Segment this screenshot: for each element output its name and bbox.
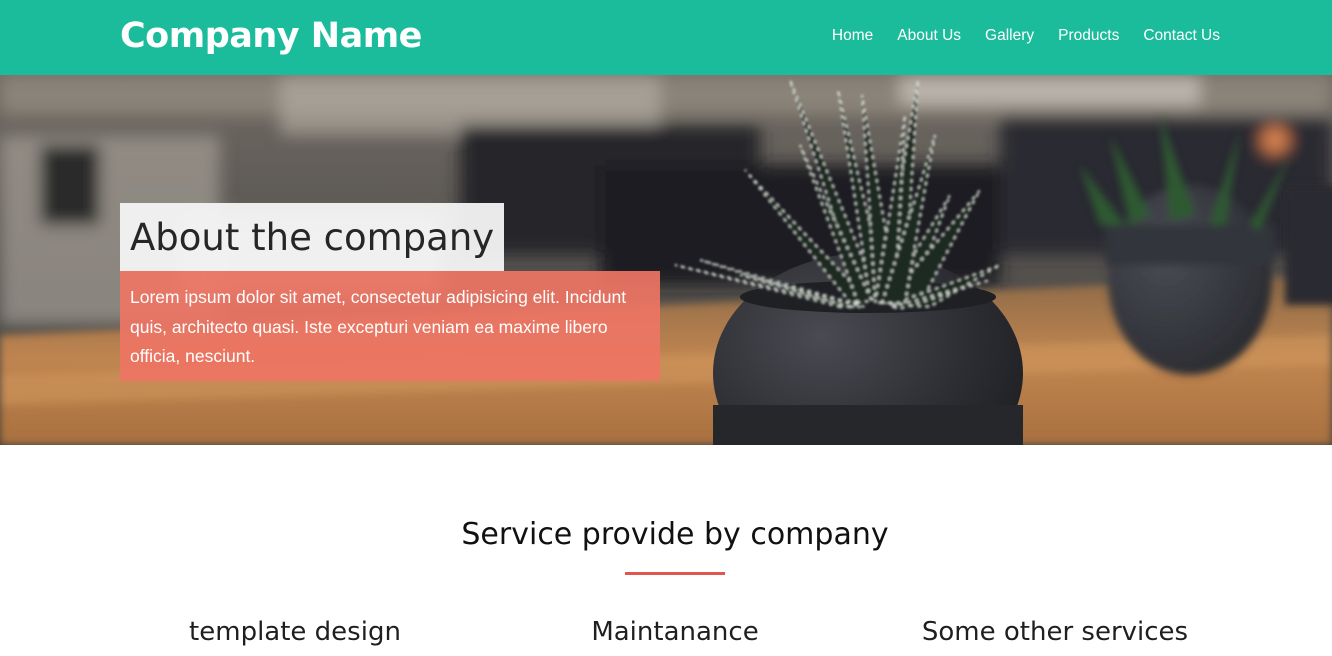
site-header: Company Name Home About Us Gallery Produ…	[0, 0, 1332, 75]
nav-about-link[interactable]: About Us	[897, 27, 961, 45]
hero-title-box: About the company	[120, 203, 505, 271]
service-heading-template-design: template design	[189, 617, 401, 647]
nav-products-link[interactable]: Products	[1058, 27, 1119, 45]
nav-home-link[interactable]: Home	[832, 27, 873, 45]
brand-logo[interactable]: Company Name	[120, 17, 422, 56]
hero-description: Lorem ipsum dolor sit amet, consectetur …	[130, 287, 627, 366]
services-divider	[625, 572, 725, 575]
hero-section: About the company Lorem ipsum dolor sit …	[0, 75, 1332, 445]
hero-description-box: Lorem ipsum dolor sit amet, consectetur …	[120, 271, 660, 381]
main-nav: Home About Us Gallery Products Contact U…	[832, 27, 1220, 45]
service-heading-other: Some other services	[921, 617, 1189, 647]
service-heading-maintenance: Maintanance	[591, 617, 759, 647]
nav-gallery-link[interactable]: Gallery	[985, 27, 1034, 45]
hero-title: About the company	[130, 215, 495, 259]
nav-contact-link[interactable]: Contact Us	[1143, 27, 1220, 45]
services-title: Service provide by company	[461, 517, 889, 552]
